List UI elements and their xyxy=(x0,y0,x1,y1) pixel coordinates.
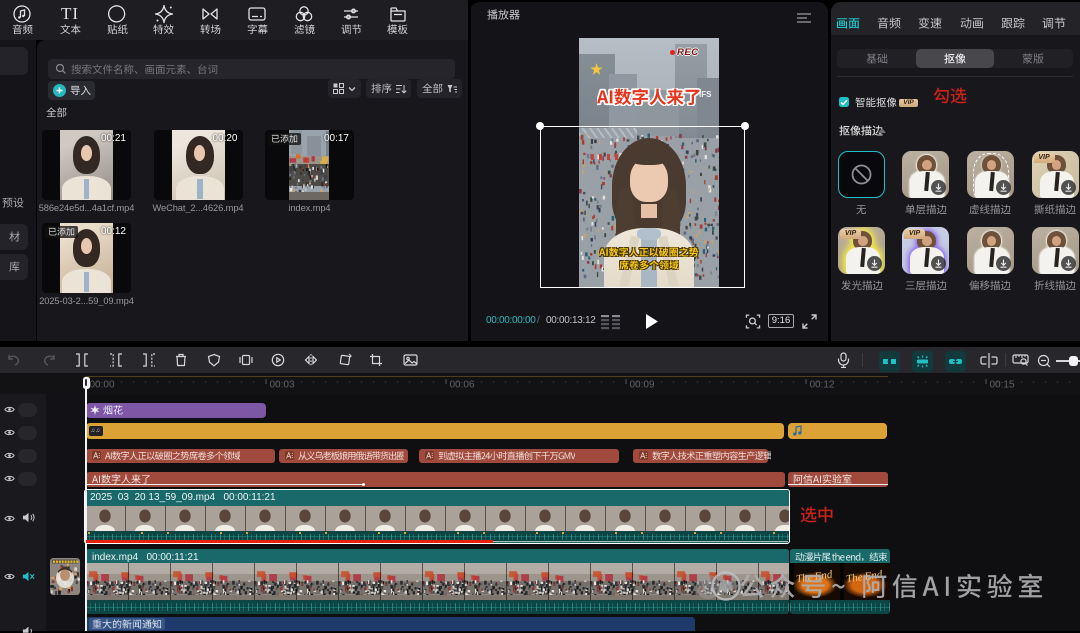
svg-text:00:03: 00:03 xyxy=(270,380,295,391)
svg-text:00:12: 00:12 xyxy=(810,380,835,391)
svg-text:00:09: 00:09 xyxy=(630,380,655,391)
svg-text:00:06: 00:06 xyxy=(450,380,475,391)
svg-text:00:00: 00:00 xyxy=(90,380,115,391)
svg-text:00:15: 00:15 xyxy=(990,380,1015,391)
